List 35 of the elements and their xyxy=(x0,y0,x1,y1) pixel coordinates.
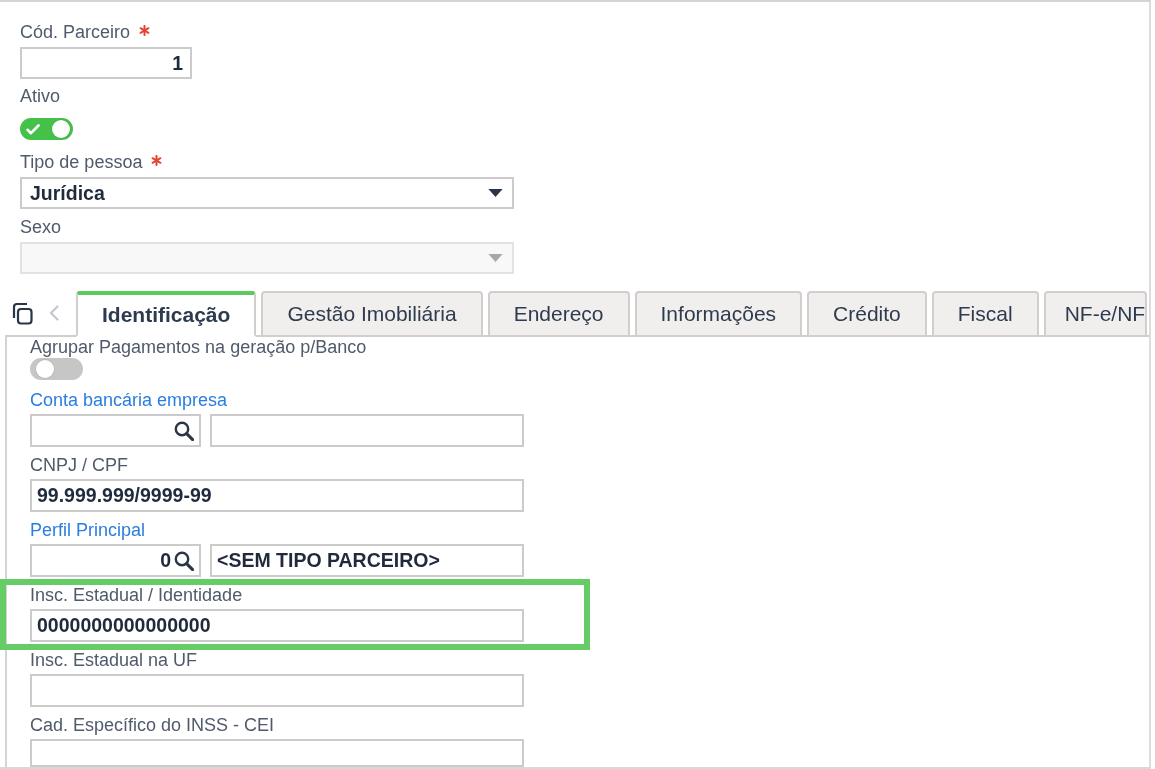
tab[interactable]: Fiscal xyxy=(931,291,1039,337)
field-label: Insc. Estadual / Identidade xyxy=(30,585,243,605)
tab[interactable]: Identificação xyxy=(76,291,257,337)
tab[interactable]: Informações xyxy=(634,291,803,337)
field-label: Insc. Estadual na UF xyxy=(30,650,198,670)
field-label: Tipo de pessoa xyxy=(20,152,143,172)
field-label: CNPJ / CPF xyxy=(30,455,128,475)
field-label: Cad. Específico do INSS - CEI xyxy=(30,715,275,735)
field-label: Sexo xyxy=(20,217,62,237)
field-link[interactable]: Conta bancária empresa xyxy=(30,390,228,410)
number-field[interactable]: 1 xyxy=(20,47,192,79)
toggle-switch[interactable] xyxy=(30,358,83,380)
field-link[interactable]: Perfil Principal xyxy=(30,520,146,540)
caret-icon[interactable] xyxy=(488,189,503,197)
chevron-left-icon[interactable] xyxy=(49,305,59,321)
input-field[interactable]: 99.999.999/9999-99 xyxy=(30,479,524,512)
tab[interactable]: Crédito xyxy=(807,291,927,337)
field-label: Cód. Parceiro xyxy=(20,22,131,42)
lookup-field[interactable] xyxy=(30,414,201,447)
field-label: Agrupar Pagamentos na geração p/Banco xyxy=(30,337,367,357)
tab[interactable]: NF-e/NF xyxy=(1043,291,1148,337)
tab[interactable]: Endereço xyxy=(487,291,630,337)
check-icon xyxy=(26,123,40,135)
input-field[interactable] xyxy=(30,674,524,707)
description-field: <SEM TIPO PARCEIRO> xyxy=(210,544,524,577)
search-icon[interactable] xyxy=(174,420,194,441)
toggle-switch[interactable] xyxy=(20,118,73,140)
dropdown[interactable]: Jurídica xyxy=(20,177,514,209)
lookup-field[interactable]: 0 xyxy=(30,544,201,577)
input-field[interactable]: 0000000000000000 xyxy=(30,609,524,642)
input-field[interactable] xyxy=(30,739,524,767)
field-label: Ativo xyxy=(20,86,61,106)
tab[interactable]: Gestão Imobiliária xyxy=(261,291,483,337)
search-icon[interactable] xyxy=(174,550,194,571)
copy-icon[interactable] xyxy=(11,301,33,325)
